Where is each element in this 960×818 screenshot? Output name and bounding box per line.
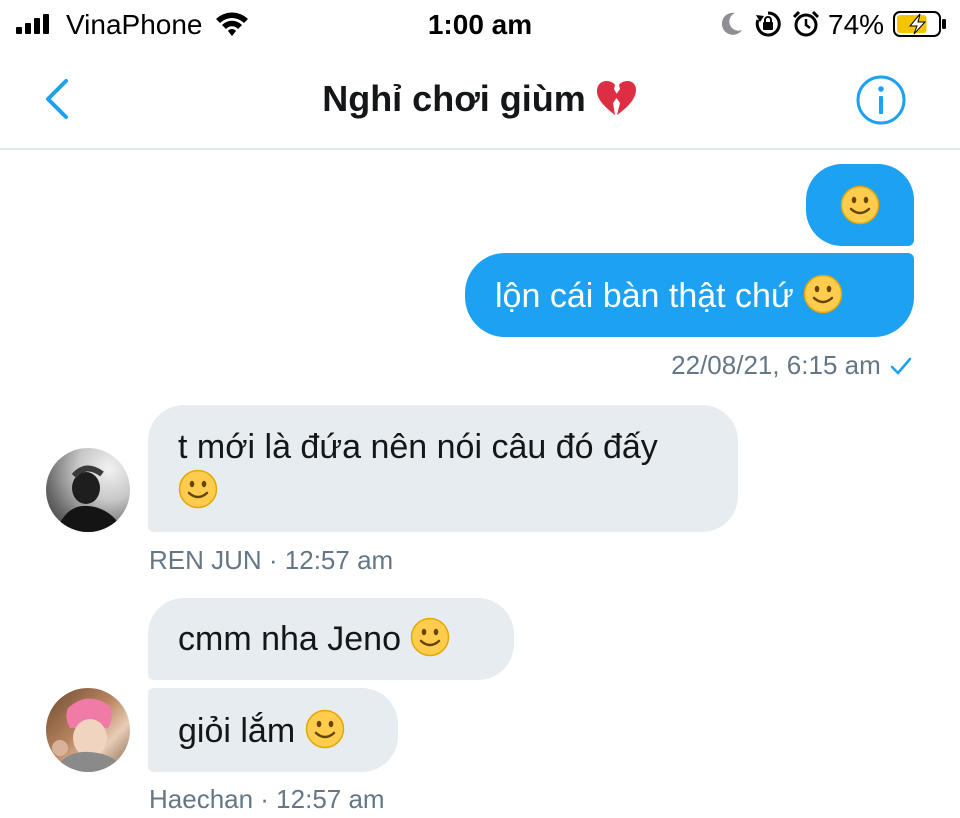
message-bubble[interactable]: cmm nha Jeno: [148, 598, 514, 680]
slightly-smiling-face-icon: [803, 274, 843, 314]
message-text: giỏi lắm: [178, 712, 296, 750]
rotation-lock-icon: [755, 11, 781, 37]
message-bubble[interactable]: lộn cái bàn thật chứ: [465, 253, 914, 337]
message-bubble[interactable]: [806, 164, 914, 246]
message-text: cmm nha Jeno: [178, 620, 401, 658]
conversation-header: Nghỉ chơi giùm: [0, 50, 960, 150]
profile-photo: [56, 465, 124, 532]
slightly-smiling-face-icon: [178, 469, 218, 509]
slightly-smiling-face-icon: [840, 185, 880, 225]
message-timestamp-text: 22/08/21, 6:15 am: [671, 350, 881, 380]
slightly-smiling-face-icon: [305, 709, 344, 749]
status-bar: VinaPhone 1:00 am 74%: [0, 0, 960, 50]
sender-meta: Haechan · 12:57 am: [149, 784, 385, 814]
conversation-title-text: Nghỉ chơi giùm: [322, 78, 586, 119]
message-timestamp: 22/08/21, 6:15 am: [600, 350, 912, 381]
avatar[interactable]: [46, 688, 130, 772]
info-icon[interactable]: [855, 74, 907, 126]
conversation-title: Nghỉ chơi giùm: [0, 78, 960, 120]
message-bubble[interactable]: t mới là đứa nên nói câu đó đấy: [148, 405, 738, 532]
battery-percent: 74%: [828, 9, 885, 40]
slightly-smiling-face-icon: [411, 617, 450, 657]
battery-charging-icon: [893, 11, 946, 37]
checkmark-icon: [890, 357, 912, 375]
avatar[interactable]: [46, 448, 130, 532]
sender-meta: REN JUN · 12:57 am: [149, 545, 394, 575]
message-text: t mới là đứa nên nói câu đó đấy: [178, 428, 658, 466]
message-bubble[interactable]: giỏi lắm: [148, 688, 398, 772]
message-text: lộn cái bàn thật chứ: [495, 277, 794, 315]
profile-photo: [52, 698, 126, 772]
moon-icon: [721, 12, 742, 35]
alarm-icon: [792, 10, 820, 37]
broken-heart-icon: [596, 80, 636, 115]
